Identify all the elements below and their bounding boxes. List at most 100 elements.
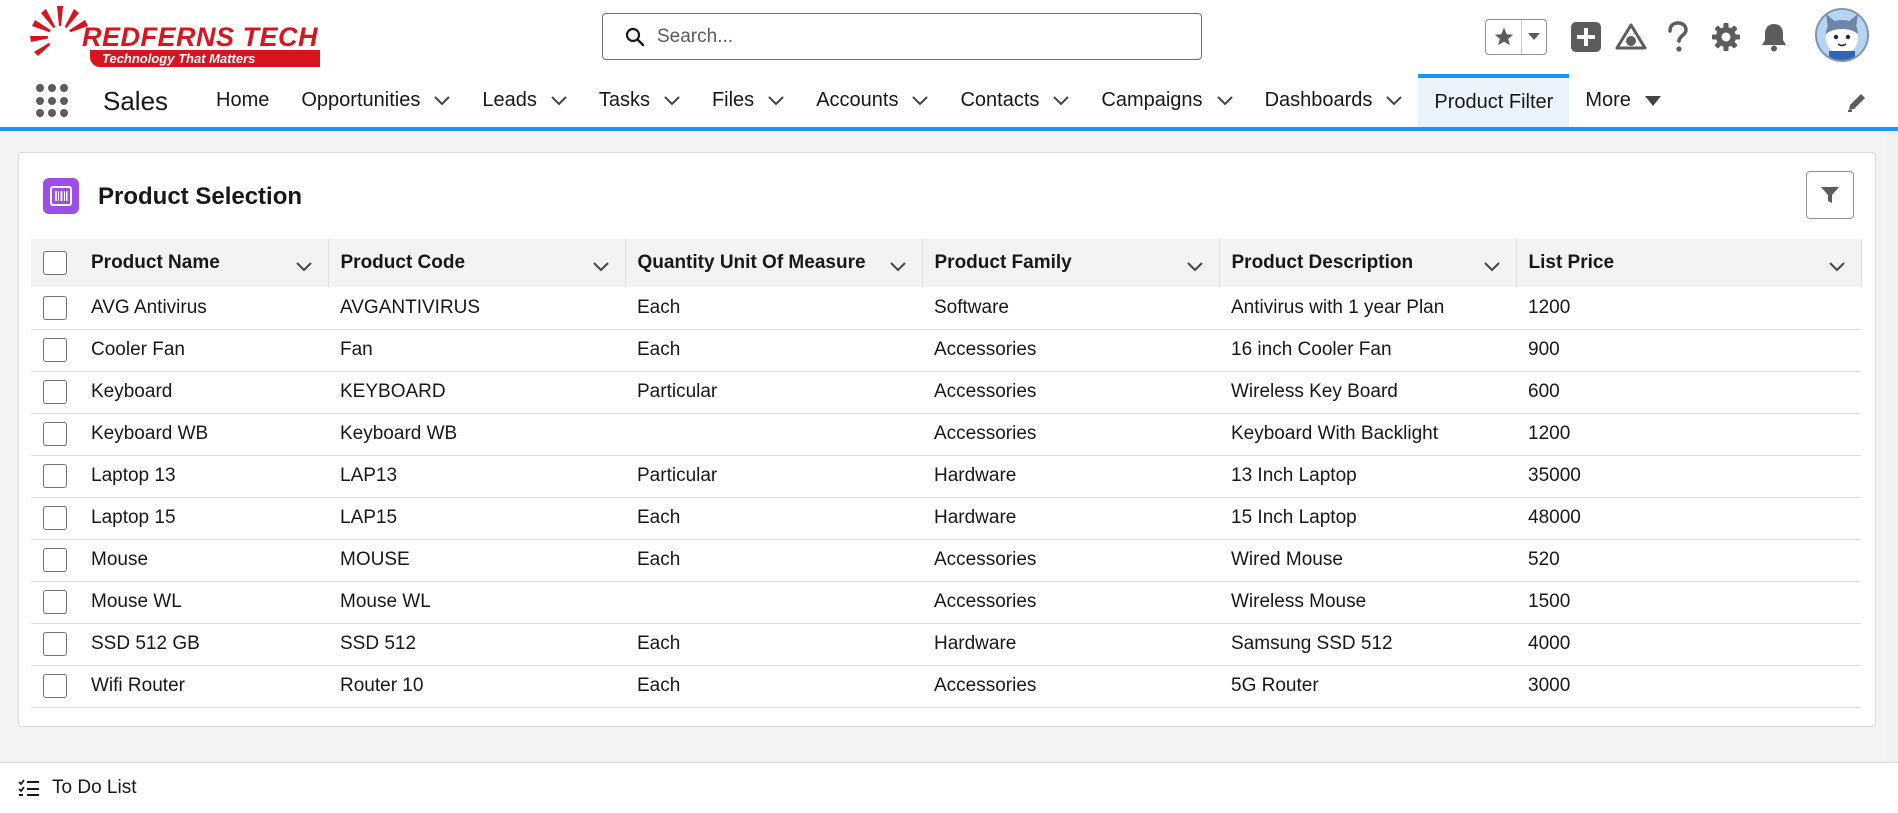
table-row[interactable]: Mouse WL Mouse WL Accessories Wireless M…: [31, 581, 1861, 623]
select-all-cell: [31, 239, 79, 287]
row-checkbox[interactable]: [43, 380, 67, 404]
column-header-product-family[interactable]: Product Family: [922, 239, 1220, 287]
logo-sunburst-icon: [30, 6, 88, 56]
edit-nav-button[interactable]: [1846, 91, 1868, 118]
row-checkbox[interactable]: [43, 295, 67, 320]
cell-product-description: 5G Router: [1231, 675, 1319, 696]
row-checkbox[interactable]: [43, 464, 67, 488]
nav-item-more[interactable]: More: [1569, 74, 1677, 127]
caret-down-icon[interactable]: [1644, 95, 1661, 106]
row-checkbox[interactable]: [43, 674, 67, 698]
chevron-down-icon[interactable]: [1216, 95, 1233, 106]
page-scrollbar[interactable]: [1886, 131, 1898, 762]
favorite-button[interactable]: [1486, 20, 1522, 54]
cell-product-name: Mouse WL: [91, 591, 182, 612]
cell-product-family: Accessories: [934, 423, 1037, 444]
column-header-product-description[interactable]: Product Description: [1219, 239, 1517, 287]
global-search[interactable]: [602, 13, 1202, 60]
setup-button[interactable]: [1708, 19, 1744, 55]
product-selection-card: Product Selection Product Name Product C…: [18, 152, 1876, 727]
row-checkbox[interactable]: [43, 338, 67, 362]
table-row[interactable]: AVG Antivirus AVGANTIVIRUS Each Software…: [31, 287, 1861, 329]
product-table: Product Name Product Code Quantity Unit …: [31, 239, 1862, 708]
chevron-down-icon[interactable]: [1186, 256, 1203, 278]
table-row[interactable]: Wifi Router Router 10 Each Accessories 5…: [31, 665, 1861, 707]
user-avatar[interactable]: [1815, 8, 1869, 62]
trailhead-guidance-button[interactable]: [1613, 19, 1649, 55]
logo-wordmark: REDFERNS TECH: [82, 22, 319, 52]
table-row[interactable]: Cooler Fan Fan Each Accessories 16 inch …: [31, 329, 1861, 371]
product-barcode-icon: [43, 178, 79, 214]
select-all-checkbox[interactable]: [43, 251, 67, 275]
chevron-down-icon[interactable]: [295, 256, 312, 278]
todo-list-button[interactable]: To Do List: [18, 777, 136, 799]
cell-list-price: 1200: [1528, 423, 1571, 444]
table-row[interactable]: Laptop 15 LAP15 Each Hardware 15 Inch La…: [31, 497, 1861, 539]
chevron-down-icon[interactable]: [1053, 95, 1070, 106]
row-checkbox[interactable]: [43, 422, 67, 446]
column-header-product-name[interactable]: Product Name: [79, 239, 329, 287]
app-launcher-dot: [36, 96, 44, 105]
nav-item-home[interactable]: Home: [200, 74, 285, 127]
help-button[interactable]: [1660, 19, 1696, 55]
global-actions-button[interactable]: [1568, 19, 1604, 55]
chevron-down-icon[interactable]: [551, 95, 567, 106]
table-row[interactable]: Keyboard KEYBOARD Particular Accessories…: [31, 371, 1861, 413]
cell-list-price: 1200: [1528, 296, 1571, 318]
nav-item-leads[interactable]: Leads: [466, 74, 583, 127]
favorites-list-button[interactable]: [1522, 20, 1546, 54]
chevron-down-icon[interactable]: [1483, 256, 1500, 278]
cell-product-description: Antivirus with 1 year Plan: [1231, 296, 1445, 318]
nav-item-dashboards[interactable]: Dashboards: [1249, 74, 1419, 127]
logo-tagline: Technology That Matters: [90, 50, 320, 67]
column-header-quantity-unit[interactable]: Quantity Unit Of Measure: [625, 239, 923, 287]
table-row[interactable]: SSD 512 GB SSD 512 Each Hardware Samsung…: [31, 623, 1861, 665]
row-checkbox[interactable]: [43, 548, 67, 572]
chevron-down-icon[interactable]: [1828, 256, 1845, 278]
app-launcher-dot: [48, 109, 56, 118]
nav-item-accounts[interactable]: Accounts: [800, 74, 944, 127]
notification-bell-icon: [1762, 24, 1786, 52]
nav-item-tasks[interactable]: Tasks: [583, 74, 696, 127]
column-header-label: Quantity Unit Of Measure: [637, 252, 866, 273]
chevron-down-icon[interactable]: [434, 95, 451, 106]
chevron-down-icon[interactable]: [592, 256, 609, 278]
app-launcher-button[interactable]: [36, 84, 70, 118]
cell-list-price: 48000: [1528, 507, 1581, 528]
cell-product-name: Mouse: [91, 549, 149, 570]
cell-product-name: Keyboard WB: [91, 423, 209, 444]
company-logo[interactable]: REDFERNS TECH Technology That Matters: [30, 4, 330, 70]
row-checkbox[interactable]: [43, 632, 67, 656]
cell-quantity-unit: Each: [637, 549, 681, 570]
chevron-down-icon[interactable]: [912, 95, 929, 106]
row-select-cell: [31, 371, 79, 413]
row-checkbox[interactable]: [43, 506, 67, 530]
notifications-button[interactable]: [1756, 19, 1792, 55]
table-row[interactable]: Keyboard WB Keyboard WB Accessories Keyb…: [31, 413, 1861, 455]
chevron-down-icon[interactable]: [664, 95, 680, 106]
cell-product-name: Cooler Fan: [91, 339, 185, 360]
cell-product-family: Hardware: [934, 507, 1017, 528]
astro-avatar-icon: [1826, 14, 1858, 60]
checklist-icon: [18, 779, 39, 796]
nav-item-opportunities[interactable]: Opportunities: [285, 74, 466, 127]
column-header-list-price[interactable]: List Price: [1516, 239, 1862, 287]
search-input[interactable]: [655, 24, 1175, 49]
column-header-product-code[interactable]: Product Code: [328, 239, 626, 287]
row-checkbox[interactable]: [43, 590, 67, 614]
nav-item-contacts[interactable]: Contacts: [944, 74, 1085, 127]
cell-list-price: 4000: [1528, 633, 1571, 654]
table-row[interactable]: Laptop 13 LAP13 Particular Hardware 13 I…: [31, 455, 1861, 497]
filter-button[interactable]: [1806, 171, 1854, 219]
chevron-down-icon[interactable]: [1386, 95, 1403, 106]
nav-item-campaigns[interactable]: Campaigns: [1085, 74, 1248, 127]
cell-product-family: Accessories: [934, 381, 1037, 402]
nav-item-label: Files: [711, 89, 755, 111]
nav-item-files[interactable]: Files: [696, 74, 800, 127]
nav-item-label: Accounts: [816, 89, 899, 111]
table-row[interactable]: Mouse MOUSE Each Accessories Wired Mouse…: [31, 539, 1861, 581]
nav-item-product-filter[interactable]: Product Filter: [1418, 74, 1570, 127]
cell-quantity-unit: [625, 581, 922, 623]
chevron-down-icon[interactable]: [889, 256, 906, 278]
chevron-down-icon[interactable]: [768, 95, 784, 106]
